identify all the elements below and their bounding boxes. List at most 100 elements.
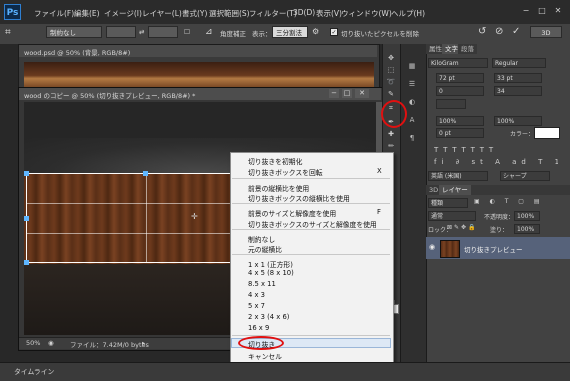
crop-handle-top-left[interactable] bbox=[24, 171, 29, 176]
healing-tool-icon[interactable]: ✚ bbox=[386, 130, 396, 138]
menu-item-cropbox-size-res[interactable]: 切り抜きボックスのサイズと解像度を使用 bbox=[248, 219, 377, 229]
crop-handle-left[interactable] bbox=[24, 216, 29, 221]
status-arrow-icon[interactable]: ▸ bbox=[142, 339, 145, 347]
move-tool-icon[interactable]: ✥ bbox=[386, 54, 396, 62]
view-overlay-select[interactable]: 三分割法 bbox=[272, 26, 308, 38]
crop-center-icon: ✛ bbox=[191, 212, 198, 221]
crop-handle-top[interactable] bbox=[143, 171, 148, 176]
layer-filter-icons[interactable]: ▣ ◐ T ▢ ▤ bbox=[474, 198, 554, 208]
menu-item-ratio-4x5[interactable]: 4 x 5 (8 x 10) bbox=[248, 269, 294, 277]
menu-item-ratio-5x7[interactable]: 5 x 7 bbox=[248, 302, 265, 310]
delete-pixels-checkbox[interactable]: ✓ bbox=[330, 28, 338, 36]
doc-close-icon[interactable]: ✕ bbox=[355, 89, 369, 98]
menu-window[interactable]: ウィンドウ(W) bbox=[341, 8, 392, 19]
menu-item-ratio-16x9[interactable]: 16 x 9 bbox=[248, 324, 269, 332]
minimize-icon[interactable]: − bbox=[520, 6, 532, 16]
width-field[interactable] bbox=[106, 26, 136, 38]
menu-select[interactable]: 選択範囲(S) bbox=[209, 8, 250, 19]
marquee-tool-icon[interactable]: ⬚ bbox=[386, 66, 396, 74]
lock-icons[interactable]: ⊠✎✥🔒 bbox=[447, 224, 478, 231]
menu-item-ratio-4x3[interactable]: 4 x 3 bbox=[248, 291, 265, 299]
layer-thumbnail bbox=[440, 240, 460, 258]
layer-name[interactable]: 切り抜きプレビュー bbox=[464, 244, 523, 254]
fill-field[interactable]: 100% bbox=[514, 224, 540, 234]
menu-layer[interactable]: レイヤー(L) bbox=[142, 8, 182, 19]
panel-dock bbox=[400, 44, 427, 362]
text-color-swatch[interactable] bbox=[534, 127, 560, 139]
menu-item-ratio-2x3[interactable]: 2 x 3 (4 x 6) bbox=[248, 313, 289, 321]
timeline-tab[interactable]: タイムライン bbox=[14, 366, 54, 376]
properties-panel-icon[interactable]: ☰ bbox=[405, 78, 419, 90]
clear-button[interactable]: ☐ bbox=[184, 28, 190, 36]
menu-item-cropbox-ratio[interactable]: 切り抜きボックスの縦横比を使用 bbox=[248, 193, 350, 203]
opacity-field[interactable]: 100% bbox=[514, 211, 540, 221]
horizontal-scale-field[interactable]: 100% bbox=[494, 116, 542, 126]
leading-field[interactable]: 33 pt bbox=[494, 73, 542, 83]
close-icon[interactable]: ✕ bbox=[552, 6, 564, 16]
status-icon: ◉ bbox=[48, 339, 54, 347]
vertical-scale-field[interactable]: 100% bbox=[436, 116, 484, 126]
crop-preset-select[interactable]: 制約なし bbox=[46, 26, 102, 38]
menu-item-front-size-res[interactable]: 前景のサイズと解像度を使用 bbox=[248, 208, 336, 218]
language-select[interactable]: 英語 (米国) bbox=[428, 171, 488, 181]
adjustments-panel-icon[interactable]: ◐ bbox=[405, 96, 419, 108]
maximize-icon[interactable]: □ bbox=[536, 6, 548, 16]
font-family-select[interactable]: KiloGram bbox=[428, 58, 488, 68]
font-size-field[interactable]: 72 pt bbox=[436, 73, 484, 83]
menu-filter[interactable]: フィルター(T) bbox=[249, 8, 297, 19]
quick-select-tool-icon[interactable]: ✎ bbox=[386, 90, 396, 98]
layer-filter-kind[interactable]: 種類 bbox=[428, 198, 468, 208]
settings-gear-icon[interactable]: ⚙ bbox=[312, 27, 319, 36]
crop-tool-icon[interactable]: ⌗ bbox=[5, 27, 17, 39]
kerning-field[interactable]: 0 bbox=[436, 86, 484, 96]
tab-layers[interactable]: レイヤー bbox=[439, 185, 471, 195]
blend-mode-select[interactable]: 通常 bbox=[428, 211, 476, 221]
menu-item-cancel[interactable]: キャンセル bbox=[248, 351, 282, 361]
opentype-buttons[interactable]: fi ∂ st A ad T 1st ½ bbox=[434, 158, 558, 166]
menu-file[interactable]: ファイル(F) bbox=[34, 8, 74, 19]
menu-type[interactable]: 書式(Y) bbox=[182, 8, 207, 19]
font-style-select[interactable]: Regular bbox=[492, 58, 546, 68]
layer-visibility-eye-icon[interactable]: ◉ bbox=[429, 243, 435, 251]
crop-handle-bottom-left[interactable] bbox=[24, 260, 29, 265]
height-field[interactable] bbox=[148, 26, 178, 38]
menu-item-ratio-1x1[interactable]: 1 x 1 (正方形) bbox=[248, 259, 293, 269]
tsume-field[interactable] bbox=[436, 99, 466, 109]
menu-item-front-ratio[interactable]: 前景の縦横比を使用 bbox=[248, 183, 309, 193]
menu-help[interactable]: ヘルプ(H) bbox=[391, 8, 425, 19]
crop-grid-line bbox=[146, 173, 147, 263]
menu-image[interactable]: イメージ(I) bbox=[104, 8, 142, 19]
shortcut-rotate: X bbox=[377, 167, 382, 175]
faux-style-buttons[interactable]: TTTTTTT bbox=[434, 146, 558, 154]
character-panel-icon[interactable]: A bbox=[405, 114, 419, 126]
doc-maximize-icon[interactable]: □ bbox=[342, 89, 352, 98]
menu-3d[interactable]: 3D(D) bbox=[293, 8, 315, 17]
baseline-shift-field[interactable]: 0 pt bbox=[436, 128, 484, 138]
menu-item-reset-crop[interactable]: 切り抜きを初期化 bbox=[248, 156, 302, 166]
menu-edit[interactable]: 編集(E) bbox=[74, 8, 100, 19]
reset-icon[interactable]: ↺ bbox=[478, 26, 486, 37]
antialias-select[interactable]: シャープ bbox=[500, 171, 550, 181]
menu-item-rotate-crop-box[interactable]: 切り抜きボックスを回転 bbox=[248, 167, 323, 177]
history-panel-icon[interactable]: ▦ bbox=[405, 60, 419, 72]
menu-view[interactable]: 表示(V) bbox=[316, 8, 342, 19]
doc-minimize-icon[interactable]: − bbox=[329, 89, 339, 98]
cancel-icon[interactable]: ⊘ bbox=[495, 26, 503, 37]
tab-paragraph[interactable]: 段落 bbox=[458, 44, 477, 54]
menu-item-original-ratio[interactable]: 元の縦横比 bbox=[248, 244, 282, 254]
menu-item-unconstrained[interactable]: 制約なし bbox=[248, 234, 275, 244]
workspace-select[interactable]: 3D bbox=[530, 26, 562, 38]
straighten-icon[interactable]: ⊿ bbox=[205, 27, 213, 37]
paragraph-panel-icon[interactable]: ¶ bbox=[405, 132, 419, 144]
color-label: カラー： bbox=[510, 131, 535, 138]
menu-item-ratio-8-5x11[interactable]: 8.5 x 11 bbox=[248, 280, 276, 288]
commit-icon[interactable]: ✓ bbox=[512, 26, 520, 37]
zoom-level[interactable]: 50% bbox=[26, 339, 40, 347]
opacity-label: 不透明度： bbox=[484, 214, 515, 221]
swap-icon[interactable]: ⇄ bbox=[139, 28, 144, 36]
menu-separator bbox=[232, 254, 390, 255]
lasso-tool-icon[interactable]: ➰ bbox=[386, 78, 396, 86]
brush-tool-icon[interactable]: ✏ bbox=[386, 142, 396, 150]
tracking-field[interactable]: 34 bbox=[494, 86, 542, 96]
menu-separator bbox=[232, 203, 390, 204]
